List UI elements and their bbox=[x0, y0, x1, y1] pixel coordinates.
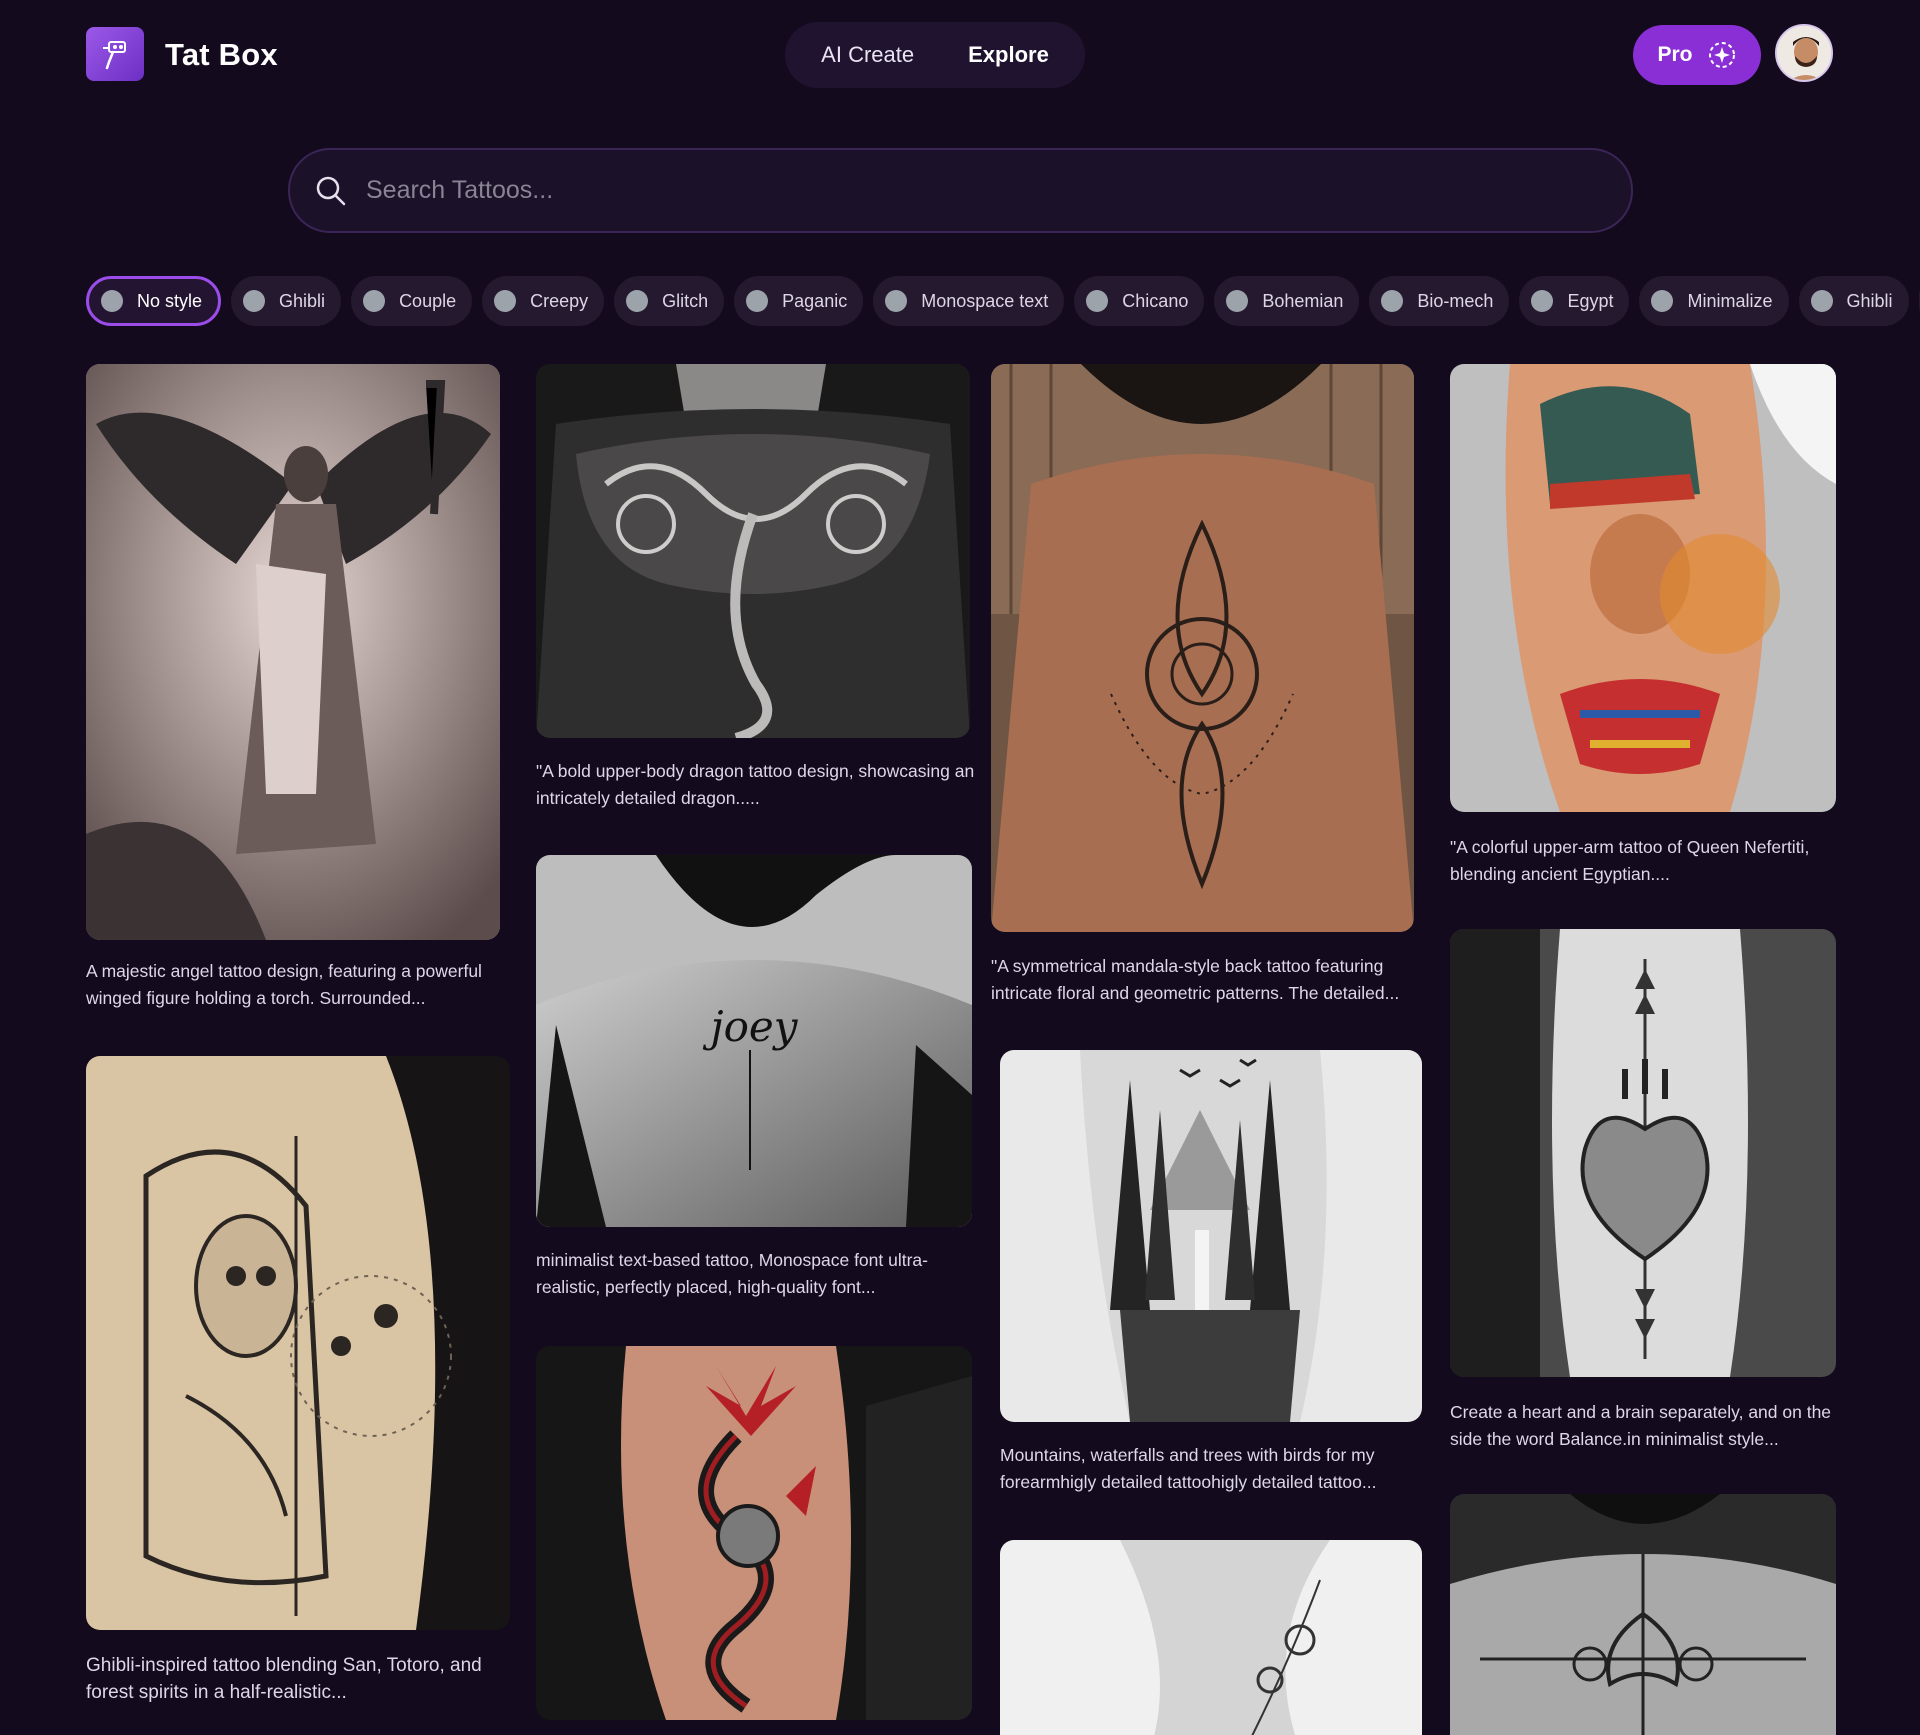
filter-label: Creepy bbox=[530, 290, 589, 311]
card-caption: "A colorful upper-arm tattoo of Queen Ne… bbox=[1450, 837, 1810, 884]
tattoo-image-red-dragon[interactable] bbox=[536, 1346, 972, 1720]
card-caption: Mountains, waterfalls and trees with bir… bbox=[1000, 1445, 1377, 1492]
style-swatch bbox=[243, 290, 266, 312]
style-swatch bbox=[1531, 290, 1554, 312]
tattoo-card-ghibli[interactable]: Ghibli-inspired tattoo blending San, Tot… bbox=[86, 1056, 510, 1716]
filter-chip-egypt[interactable]: Egypt bbox=[1519, 276, 1630, 326]
filter-label: Paganic bbox=[782, 290, 848, 311]
filter-chip-paganic[interactable]: Paganic bbox=[734, 276, 864, 326]
filter-label: Monospace text bbox=[921, 290, 1049, 311]
pro-label: Pro bbox=[1657, 43, 1693, 66]
filter-label: Ghibli bbox=[279, 290, 326, 311]
card-caption: Ghibli-inspired tattoo blending San, Tot… bbox=[86, 1655, 482, 1703]
tattoo-image-foot-floral[interactable] bbox=[1000, 1540, 1422, 1735]
app-page: Tat Box AI Create Explore Pro No s bbox=[0, 0, 1920, 1735]
tattoo-image-heart[interactable] bbox=[1450, 929, 1836, 1377]
card-caption: minimalist text-based tattoo, Monospace … bbox=[536, 1250, 928, 1297]
style-swatch bbox=[626, 290, 649, 312]
filter-chip-bio-mech[interactable]: Bio-mech bbox=[1369, 276, 1510, 326]
filter-chip-chicano[interactable]: Chicano bbox=[1074, 276, 1205, 326]
tattoo-machine-icon bbox=[103, 41, 126, 70]
style-swatch bbox=[885, 290, 908, 312]
filter-chip-minimalize[interactable]: Minimalize bbox=[1639, 276, 1789, 326]
brand-name: Tat Box bbox=[165, 37, 278, 72]
avatar[interactable] bbox=[1775, 24, 1833, 82]
tattoo-script-text: joey bbox=[703, 1002, 799, 1051]
filter-label: Glitch bbox=[662, 290, 709, 311]
filter-label: Egypt bbox=[1567, 290, 1614, 311]
search-bar[interactable] bbox=[288, 148, 1633, 233]
style-swatch bbox=[1810, 290, 1833, 312]
tattoo-image-angel[interactable] bbox=[86, 364, 500, 940]
tattoo-card-foot-floral[interactable] bbox=[1000, 1540, 1436, 1735]
tattoo-card-back-ornament[interactable] bbox=[1450, 1494, 1870, 1735]
filter-chip-ghibli-2[interactable]: Ghibli bbox=[1798, 276, 1909, 326]
filter-label: Chicano bbox=[1122, 290, 1189, 311]
tattoo-image-back-ornament[interactable] bbox=[1450, 1494, 1836, 1735]
style-swatch bbox=[1381, 290, 1404, 312]
tattoo-image-script[interactable]: joey bbox=[536, 855, 972, 1227]
filter-chip-monospace-text[interactable]: Monospace text bbox=[873, 276, 1065, 326]
search-input[interactable] bbox=[364, 160, 1631, 221]
style-swatch bbox=[363, 290, 386, 312]
style-swatch bbox=[101, 290, 123, 312]
tattoo-card-dragon-chest[interactable]: "A bold upper-body dragon tattoo design,… bbox=[536, 364, 974, 814]
logo-icon[interactable] bbox=[86, 27, 144, 81]
filter-chip-no-style[interactable]: No style bbox=[86, 276, 222, 326]
style-swatch bbox=[1086, 290, 1109, 312]
filter-label: Minimalize bbox=[1687, 290, 1773, 311]
style-swatch bbox=[746, 290, 769, 312]
style-filter-bar: No style Ghibli Couple Creepy Glitch Pag… bbox=[86, 276, 1920, 328]
tattoo-image-nefertiti[interactable] bbox=[1450, 364, 1836, 812]
card-caption: "A symmetrical mandala-style back tattoo… bbox=[991, 956, 1400, 1003]
sparkle-icon bbox=[1708, 42, 1735, 68]
filter-label: Couple bbox=[399, 290, 457, 311]
filter-chip-ghibli[interactable]: Ghibli bbox=[231, 276, 342, 326]
filter-chip-bohemian[interactable]: Bohemian bbox=[1214, 276, 1360, 326]
nav-ai-create[interactable]: AI Create bbox=[821, 42, 914, 68]
style-swatch bbox=[1651, 290, 1674, 312]
filter-label: Bio-mech bbox=[1417, 290, 1494, 311]
style-swatch bbox=[494, 290, 517, 312]
style-swatch bbox=[1226, 290, 1249, 312]
search-icon bbox=[316, 176, 346, 205]
tattoo-image-forest[interactable] bbox=[1000, 1050, 1422, 1422]
filter-chip-couple[interactable]: Couple bbox=[351, 276, 473, 326]
filter-chip-glitch[interactable]: Glitch bbox=[614, 276, 725, 326]
tattoo-card-mandala[interactable]: "A symmetrical mandala-style back tattoo… bbox=[991, 364, 1427, 1014]
nav-explore[interactable]: Explore bbox=[968, 42, 1049, 68]
filter-label: No style bbox=[137, 290, 203, 311]
user-avatar-image bbox=[1777, 26, 1831, 80]
tattoo-card-script[interactable]: joey minimalist text-based tattoo, Monos… bbox=[536, 855, 972, 1305]
card-caption: Create a heart and a brain separately, a… bbox=[1450, 1402, 1832, 1449]
tattoo-card-nefertiti[interactable]: "A colorful upper-arm tattoo of Queen Ne… bbox=[1450, 364, 1870, 884]
tattoo-image-ghibli[interactable] bbox=[86, 1056, 510, 1630]
card-caption: A majestic angel tattoo design, featurin… bbox=[86, 961, 482, 1008]
card-caption: "A bold upper-body dragon tattoo design,… bbox=[536, 761, 975, 808]
filter-label: Bohemian bbox=[1262, 290, 1344, 311]
pro-button[interactable]: Pro bbox=[1633, 25, 1761, 85]
tattoo-card-angel[interactable]: A majestic angel tattoo design, featurin… bbox=[86, 364, 506, 1014]
tattoo-image-dragon-chest[interactable] bbox=[536, 364, 970, 738]
filter-chip-creepy[interactable]: Creepy bbox=[482, 276, 605, 326]
filter-label: Ghibli bbox=[1846, 290, 1893, 311]
top-nav: AI Create Explore bbox=[785, 22, 1085, 88]
tattoo-image-mandala[interactable] bbox=[991, 364, 1414, 932]
tattoo-card-heart[interactable]: Create a heart and a brain separately, a… bbox=[1450, 929, 1870, 1449]
tattoo-card-forest[interactable]: Mountains, waterfalls and trees with bir… bbox=[1000, 1050, 1436, 1510]
tattoo-card-red-dragon[interactable] bbox=[536, 1346, 972, 1726]
